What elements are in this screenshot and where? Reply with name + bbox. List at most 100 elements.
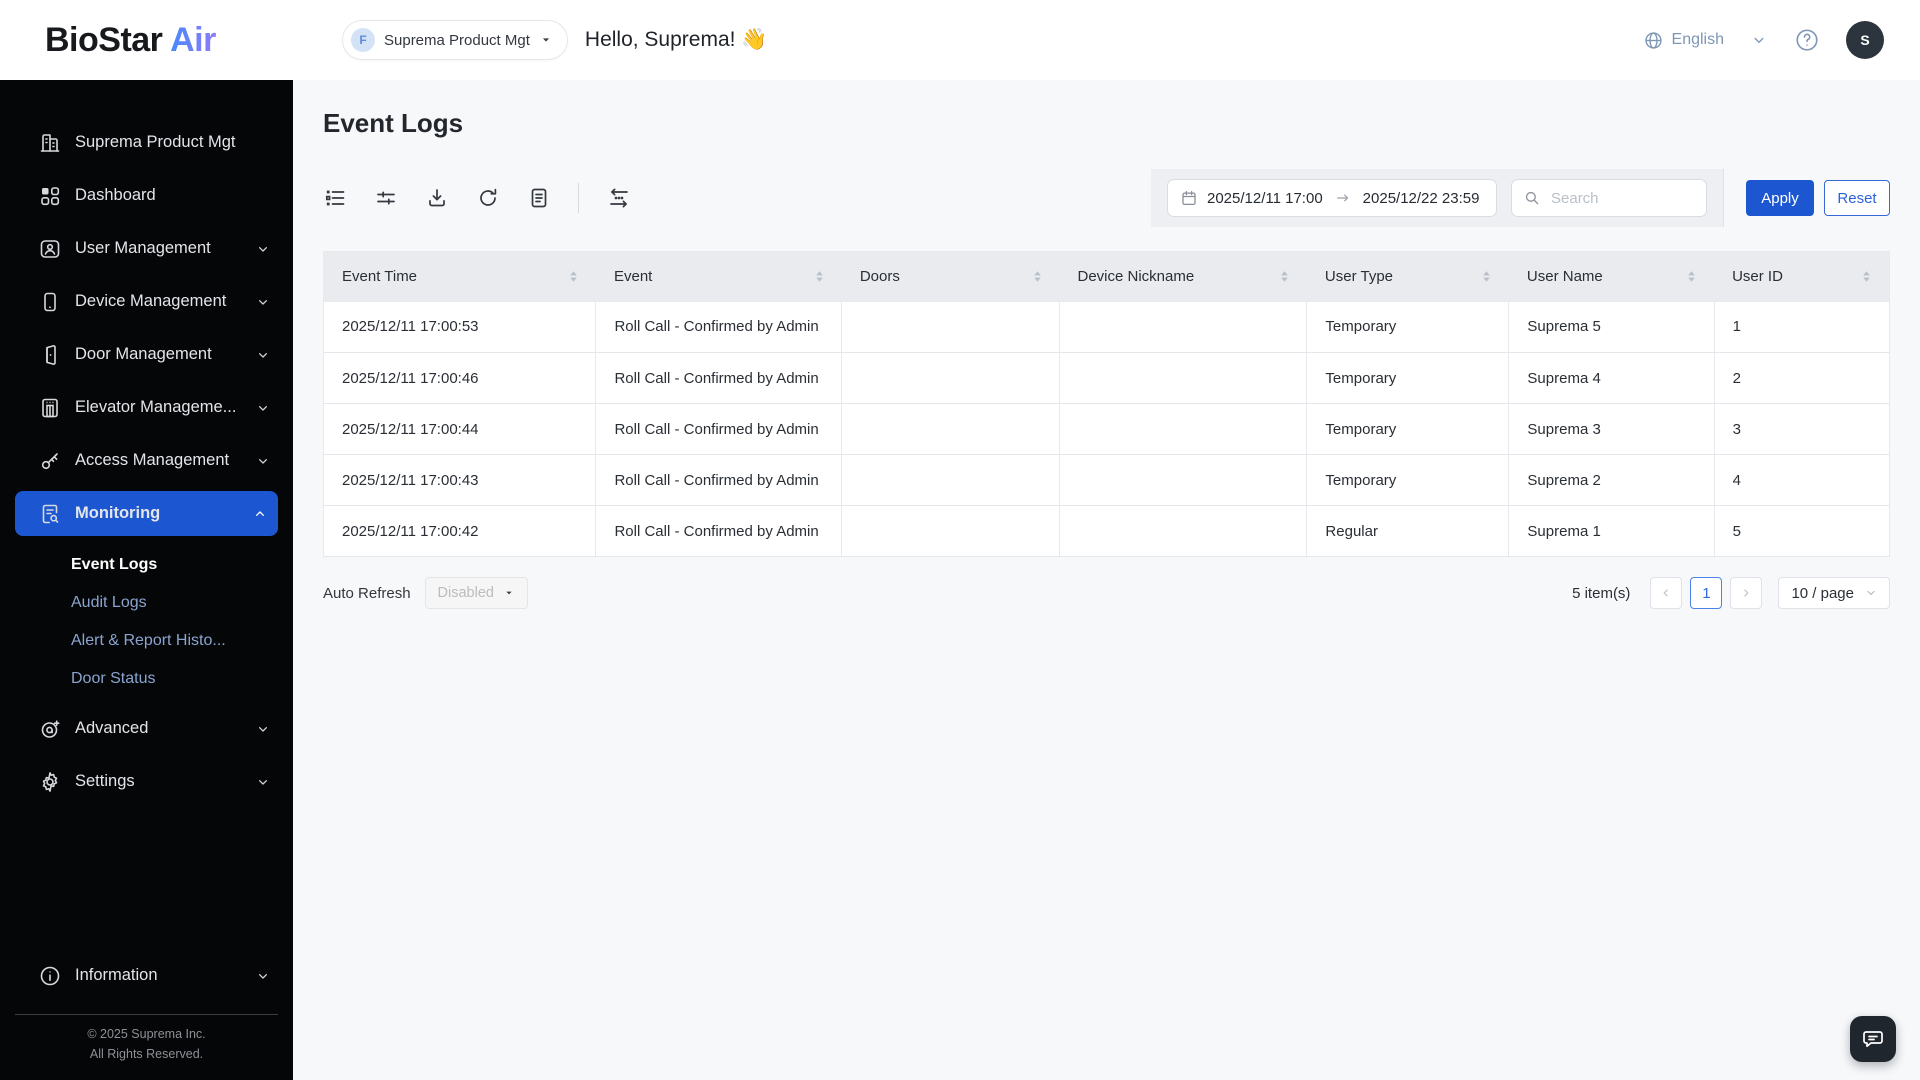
page-title: Event Logs	[323, 108, 464, 138]
table-row[interactable]: 2025/12/11 17:00:46 Roll Call - Confirme…	[323, 352, 1890, 404]
cell-user-name: Suprema 4	[1508, 352, 1715, 404]
key-icon	[38, 449, 62, 473]
sidebar-item-information[interactable]: Information	[0, 949, 293, 1002]
reset-button[interactable]: Reset	[1824, 180, 1890, 216]
sidebar-item-device-management[interactable]: Device Management	[0, 275, 293, 328]
column-header-doors[interactable]: Doors	[841, 251, 1060, 302]
filter-button[interactable]	[374, 186, 398, 210]
submenu-item-event-logs[interactable]: Event Logs	[0, 546, 293, 584]
in-out-events-button[interactable]	[606, 186, 630, 210]
chevron-down-icon	[255, 453, 271, 469]
submenu-item-alert-report-history[interactable]: Alert & Report Histo...	[0, 622, 293, 660]
column-list-icon	[323, 186, 347, 210]
submenu-item-door-status[interactable]: Door Status	[0, 660, 293, 698]
organization-selector[interactable]: F Suprema Product Mgt	[342, 20, 568, 60]
column-header-user-id[interactable]: User ID	[1714, 251, 1890, 302]
cell-user-name: Suprema 5	[1508, 301, 1715, 353]
items-count: 5 item(s)	[1572, 584, 1631, 602]
sidebar-item-label: Advanced	[75, 719, 149, 737]
toolbar-divider	[578, 183, 579, 213]
sidebar-item-label: Elevator Manageme...	[75, 398, 237, 416]
sidebar: Suprema Product Mgt Dashboard User Manag…	[0, 80, 293, 1080]
cell-doors	[841, 403, 1060, 455]
apply-button[interactable]: Apply	[1746, 180, 1814, 216]
pagination: 5 item(s) 1 10 / page	[1572, 577, 1890, 609]
sort-icon[interactable]	[1280, 270, 1289, 283]
cell-user-id: 4	[1714, 454, 1890, 506]
cell-event: Roll Call - Confirmed by Admin	[595, 301, 843, 353]
cell-device-nickname	[1059, 505, 1308, 557]
cell-event: Roll Call - Confirmed by Admin	[595, 352, 843, 404]
chevron-left-icon	[1659, 586, 1673, 600]
sidebar-item-elevator-management[interactable]: Elevator Manageme...	[0, 381, 293, 434]
sidebar-item-suprema-product-mgt[interactable]: Suprema Product Mgt	[0, 116, 293, 169]
sort-icon[interactable]	[569, 270, 578, 283]
monitoring-submenu: Event Logs Audit Logs Alert & Report His…	[0, 540, 293, 702]
table-row[interactable]: 2025/12/11 17:00:44 Roll Call - Confirme…	[323, 403, 1890, 455]
sidebar-item-monitoring[interactable]: Monitoring	[15, 491, 278, 536]
page-number-button[interactable]: 1	[1690, 577, 1723, 609]
sidebar-item-access-management[interactable]: Access Management	[0, 434, 293, 487]
sidebar-item-label: Dashboard	[75, 186, 156, 204]
download-button[interactable]	[425, 186, 449, 210]
chevron-down-icon[interactable]	[1750, 31, 1768, 49]
auto-refresh-dropdown[interactable]: Disabled	[424, 577, 528, 609]
column-header-user-type[interactable]: User Type	[1306, 251, 1509, 302]
column-header-event-time[interactable]: Event Time	[323, 251, 596, 302]
sidebar-item-settings[interactable]: Settings	[0, 755, 293, 808]
caret-down-icon	[503, 587, 515, 599]
submenu-item-label: Audit Logs	[71, 594, 147, 611]
language-selector[interactable]: English	[1643, 30, 1724, 51]
page-size-selector[interactable]: 10 / page	[1778, 577, 1890, 609]
sort-icon[interactable]	[1687, 270, 1696, 283]
in-out-arrows-icon	[606, 186, 630, 210]
column-header-device-nickname[interactable]: Device Nickname	[1059, 251, 1307, 302]
report-button[interactable]	[527, 186, 551, 210]
sidebar-item-advanced[interactable]: Advanced	[0, 702, 293, 755]
sort-icon[interactable]	[1033, 270, 1042, 283]
user-avatar[interactable]: S	[1846, 21, 1884, 59]
filter-cluster: 2025/12/11 17:00 2025/12/22 23:59 Apply …	[1151, 169, 1890, 227]
submenu-item-audit-logs[interactable]: Audit Logs	[0, 584, 293, 622]
search-input[interactable]	[1549, 188, 1695, 208]
date-range-picker[interactable]: 2025/12/11 17:00 2025/12/22 23:59	[1167, 179, 1497, 217]
language-label: English	[1671, 31, 1724, 48]
sidebar-item-dashboard[interactable]: Dashboard	[0, 169, 293, 222]
column-label: User ID	[1732, 268, 1783, 286]
sort-icon[interactable]	[1482, 270, 1491, 283]
table-row[interactable]: 2025/12/11 17:00:43 Roll Call - Confirme…	[323, 454, 1890, 506]
copyright-text: © 2025 Suprema Inc. All Rights Reserved.	[0, 1015, 293, 1080]
cell-user-type: Regular	[1306, 505, 1510, 557]
table-row[interactable]: 2025/12/11 17:00:53 Roll Call - Confirme…	[323, 301, 1890, 353]
sidebar-item-door-management[interactable]: Door Management	[0, 328, 293, 381]
next-page-button[interactable]	[1730, 577, 1763, 609]
cell-user-id: 3	[1714, 403, 1890, 455]
cell-event: Roll Call - Confirmed by Admin	[595, 454, 843, 506]
help-icon[interactable]	[1794, 27, 1820, 53]
cell-event: Roll Call - Confirmed by Admin	[595, 505, 843, 557]
chevron-down-icon	[255, 347, 271, 363]
table-row[interactable]: 2025/12/11 17:00:42 Roll Call - Confirme…	[323, 505, 1890, 557]
organization-badge: F	[351, 28, 375, 52]
table-footer: Auto Refresh Disabled 5 item(s) 1 10 / p…	[323, 577, 1890, 609]
sort-icon[interactable]	[1862, 270, 1871, 283]
sidebar-item-label: User Management	[75, 239, 211, 257]
event-logs-table: Event Time Event Doors Device Nickname U…	[323, 251, 1890, 557]
column-header-event[interactable]: Event	[595, 251, 842, 302]
sidebar-item-label: Door Management	[75, 345, 212, 363]
submenu-item-label: Alert & Report Histo...	[71, 632, 226, 649]
cell-user-name: Suprema 3	[1508, 403, 1715, 455]
prev-page-button[interactable]	[1650, 577, 1683, 609]
cell-user-type: Temporary	[1306, 403, 1510, 455]
refresh-button[interactable]	[476, 186, 500, 210]
sidebar-item-user-management[interactable]: User Management	[0, 222, 293, 275]
column-label: Event	[613, 268, 653, 286]
search-icon	[1523, 189, 1541, 207]
column-settings-button[interactable]	[323, 186, 347, 210]
cell-device-nickname	[1059, 454, 1308, 506]
chat-fab-button[interactable]	[1850, 1016, 1896, 1062]
sort-icon[interactable]	[815, 270, 824, 283]
sidebar-nav: Suprema Product Mgt Dashboard User Manag…	[0, 80, 293, 808]
column-header-user-name[interactable]: User Name	[1508, 251, 1715, 302]
